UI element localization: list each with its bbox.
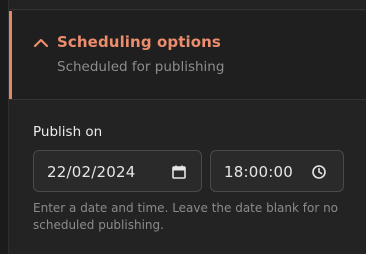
panel-top-divider	[9, 0, 366, 10]
publish-time-value: 18:00:00	[224, 163, 293, 181]
page: Scheduling options Scheduled for publish…	[0, 0, 366, 254]
publish-on-label: Publish on	[33, 124, 103, 140]
publish-time-input[interactable]: 18:00:00	[210, 150, 344, 192]
section-title: Scheduling options	[57, 33, 221, 51]
header-accent-bar	[9, 11, 12, 99]
calendar-icon[interactable]	[171, 164, 187, 180]
publish-help-text: Enter a date and time. Leave the date bl…	[33, 201, 339, 232]
chevron-up-icon[interactable]	[33, 37, 49, 49]
publish-date-value: 22/02/2024	[47, 163, 136, 181]
clock-icon[interactable]	[311, 164, 327, 180]
publish-date-input[interactable]: 22/02/2024	[33, 150, 202, 192]
scheduling-options-header[interactable]: Scheduling options Scheduled for publish…	[9, 11, 366, 100]
scheduling-panel: Scheduling options Scheduled for publish…	[8, 0, 366, 254]
section-subtitle: Scheduled for publishing	[57, 59, 225, 75]
